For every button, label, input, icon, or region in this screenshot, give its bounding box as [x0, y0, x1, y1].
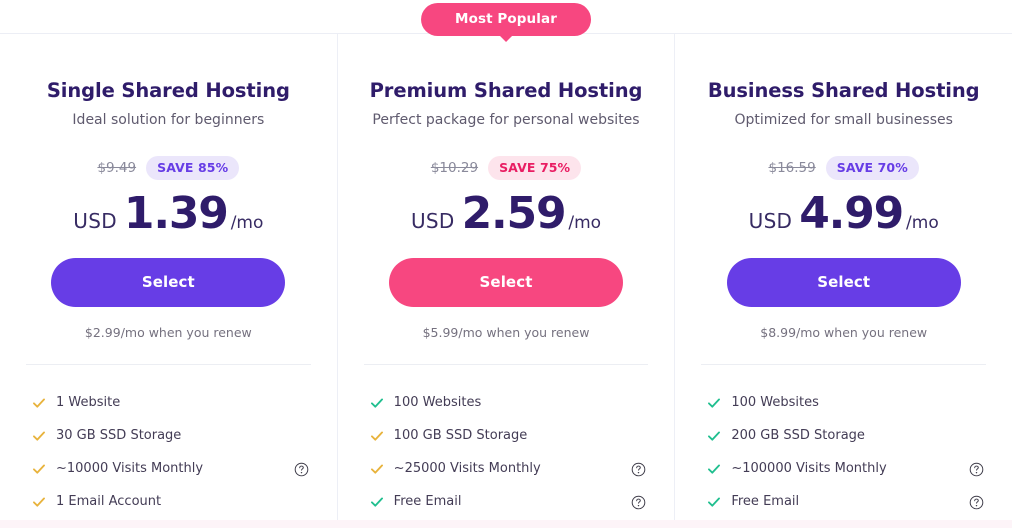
feature-label: 1 Email Account [56, 494, 162, 510]
plan-save-badge: SAVE 75% [488, 155, 582, 180]
help-circle-icon[interactable] [631, 462, 646, 477]
plan-price-period: /mo [906, 212, 939, 233]
feature-label: ~10000 Visits Monthly [56, 461, 204, 477]
feature-item: 100 Websites [701, 387, 986, 420]
feature-item: Free Email [364, 486, 649, 519]
check-icon [370, 398, 383, 408]
plan-old-price: $16.59 [768, 159, 816, 176]
check-icon [370, 431, 383, 441]
plan-price-currency: USD [410, 208, 455, 233]
plan-price-amount: 4.99 [799, 187, 904, 239]
plan-price: USD 4.99/mo [701, 187, 986, 239]
plan-discount-row: $10.29 SAVE 75% [364, 155, 649, 180]
feature-item: 100 Websites [364, 387, 649, 420]
feature-item: 1 Email Account [26, 486, 311, 519]
plan-subtitle: Perfect package for personal websites [372, 112, 640, 129]
plan-old-price: $10.29 [430, 159, 479, 176]
check-icon [370, 464, 383, 474]
check-icon [33, 431, 45, 441]
feature-item: ~100000 Visits Monthly [701, 453, 986, 486]
plan-feature-list: 100 Websites 100 GB SSD Storage ~25000 Vis… [364, 365, 649, 519]
plan-price-amount: 1.39 [123, 187, 229, 239]
check-icon [33, 497, 45, 507]
check-icon [708, 431, 721, 441]
plan-price-currency: USD [73, 208, 117, 233]
plan-price: USD 1.39/mo [26, 187, 311, 239]
plan-old-price: $9.49 [97, 159, 137, 176]
check-icon [708, 464, 721, 474]
plan-save-badge: SAVE 85% [146, 155, 240, 180]
plan-renew-note: $8.99/mo when you renew [760, 324, 928, 340]
check-icon [370, 497, 383, 507]
select-button[interactable]: Select [726, 257, 961, 307]
pricing-plans-table: Single Shared Hosting Ideal solution for … [0, 3, 1012, 520]
select-button[interactable]: Select [389, 257, 623, 307]
feature-label: 100 GB SSD Storage [393, 428, 528, 444]
feature-label: ~25000 Visits Monthly [393, 461, 541, 477]
plan-price-amount: 2.59 [461, 187, 567, 239]
plan-save-badge: SAVE 70% [825, 155, 919, 180]
plan-price-currency: USD [748, 208, 793, 233]
plan-subtitle: Ideal solution for beginners [72, 112, 265, 129]
feature-label: 200 GB SSD Storage [731, 428, 865, 444]
most-popular-badge: Most Popular [421, 3, 591, 36]
plan-renew-note: $5.99/mo when you renew [422, 324, 590, 340]
feature-item: 100 GB SSD Storage [364, 420, 649, 453]
plan-price: USD 2.59/mo [364, 187, 649, 239]
plan-title: Single Shared Hosting [46, 79, 290, 102]
plan-feature-list: 100 Websites 200 GB SSD Storage ~100000 Vi… [701, 365, 986, 519]
help-circle-icon[interactable] [969, 495, 984, 510]
plan-renew-note: $2.99/mo when you renew [84, 324, 252, 340]
feature-label: ~100000 Visits Monthly [731, 461, 887, 477]
help-circle-icon[interactable] [294, 462, 309, 477]
feature-item: ~10000 Visits Monthly [26, 453, 311, 486]
feature-item: Free Email [701, 486, 986, 519]
plan-card-business-shared-hosting: Business Shared Hosting Optimized for sma… [674, 34, 1012, 520]
feature-item: 200 GB SSD Storage [701, 420, 986, 453]
help-circle-icon[interactable] [631, 495, 646, 510]
plan-card-single-shared-hosting: Single Shared Hosting Ideal solution for … [0, 34, 337, 520]
feature-label: 30 GB SSD Storage [56, 428, 182, 444]
plan-feature-list: 1 Website 30 GB SSD Storage ~10000 Visits … [26, 365, 311, 519]
check-icon [708, 497, 721, 507]
help-circle-icon[interactable] [969, 462, 984, 477]
page-bottom-strip [0, 520, 1012, 528]
plan-price-period: /mo [230, 212, 264, 233]
plan-discount-row: $9.49 SAVE 85% [26, 155, 311, 180]
check-icon [33, 398, 45, 408]
plan-subtitle: Optimized for small businesses [734, 112, 953, 129]
feature-item: ~25000 Visits Monthly [364, 453, 649, 486]
plan-title: Business Shared Hosting [707, 79, 980, 102]
feature-label: 100 Websites [393, 395, 482, 411]
select-button[interactable]: Select [51, 257, 286, 307]
plan-card-premium-shared-hosting: Most Popular Premium Shared Hosting Perfec… [336, 3, 675, 520]
feature-label: 1 Website [56, 395, 121, 411]
pricing-page: Single Shared Hosting Ideal solution for … [0, 0, 1012, 528]
check-icon [33, 464, 45, 474]
feature-item: 30 GB SSD Storage [26, 420, 311, 453]
plan-price-period: /mo [568, 212, 602, 233]
feature-label: 100 Websites [731, 395, 819, 411]
feature-label: Free Email [393, 494, 462, 510]
plan-discount-row: $16.59 SAVE 70% [701, 155, 986, 180]
feature-label: Free Email [731, 494, 800, 510]
feature-item: 1 Website [26, 387, 311, 420]
check-icon [708, 398, 721, 408]
plan-title: Premium Shared Hosting [369, 79, 643, 102]
